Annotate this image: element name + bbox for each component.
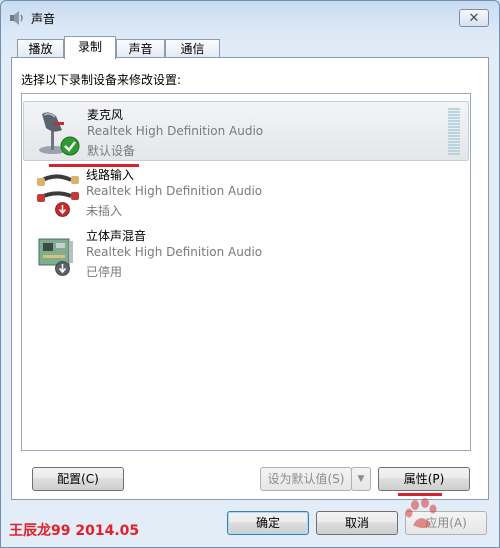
speaker-icon — [10, 11, 23, 25]
device-name: 线路输入 — [86, 168, 135, 182]
device-status: 未插入 — [86, 204, 123, 218]
title-bar: 声音 ✕ — [1, 1, 499, 33]
ok-button[interactable]: 确定 — [227, 511, 309, 535]
device-item-line-in[interactable]: 线路输入 Realtek High Definition Audio 未插入 — [23, 162, 469, 222]
recording-device-list[interactable]: 麦克风 Realtek High Definition Audio 默认设备 线… — [21, 93, 471, 451]
level-meter — [448, 108, 460, 156]
device-driver: Realtek High Definition Audio — [86, 184, 263, 198]
baidu-paw-logo — [405, 498, 437, 528]
properties-button[interactable]: 属性(P) — [378, 467, 470, 491]
author-watermark: 王辰龙99 2014.05 — [9, 523, 140, 539]
unplugged-arrow-icon — [55, 202, 70, 217]
device-status: 已停用 — [86, 265, 123, 279]
device-item-microphone[interactable]: 麦克风 Realtek High Definition Audio 默认设备 — [23, 101, 469, 161]
close-button[interactable]: ✕ — [459, 9, 489, 27]
device-name: 麦克风 — [87, 108, 124, 122]
chevron-down-icon: ▼ — [357, 474, 365, 484]
close-icon: ✕ — [468, 10, 480, 26]
set-default-button[interactable]: 设为默认值(S) — [260, 467, 352, 491]
disabled-arrow-icon — [55, 261, 70, 276]
instruction-label: 选择以下录制设备来修改设置: — [21, 73, 182, 87]
set-default-dropdown-button[interactable]: ▼ — [351, 467, 371, 491]
tab-recording[interactable]: 录制 — [64, 36, 116, 59]
configure-button[interactable]: 配置(C) — [32, 467, 124, 491]
device-status: 默认设备 — [87, 144, 136, 158]
device-driver: Realtek High Definition Audio — [86, 245, 263, 259]
window-title: 声音 — [31, 12, 56, 26]
annotation-underline — [49, 164, 139, 167]
tab-sounds[interactable]: 声音 — [116, 39, 165, 58]
sound-dialog: 声音 ✕ 播放 录制 声音 通信 选择以下录制设备来修改设置: 麦克风 Real… — [0, 0, 500, 548]
device-name: 立体声混音 — [86, 229, 147, 243]
default-checkmark-icon — [60, 136, 80, 156]
device-item-stereo-mix[interactable]: 立体声混音 Realtek High Definition Audio 已停用 — [23, 223, 469, 283]
tab-playback[interactable]: 播放 — [17, 39, 64, 58]
device-driver: Realtek High Definition Audio — [87, 124, 264, 138]
tab-communications[interactable]: 通信 — [165, 39, 220, 58]
